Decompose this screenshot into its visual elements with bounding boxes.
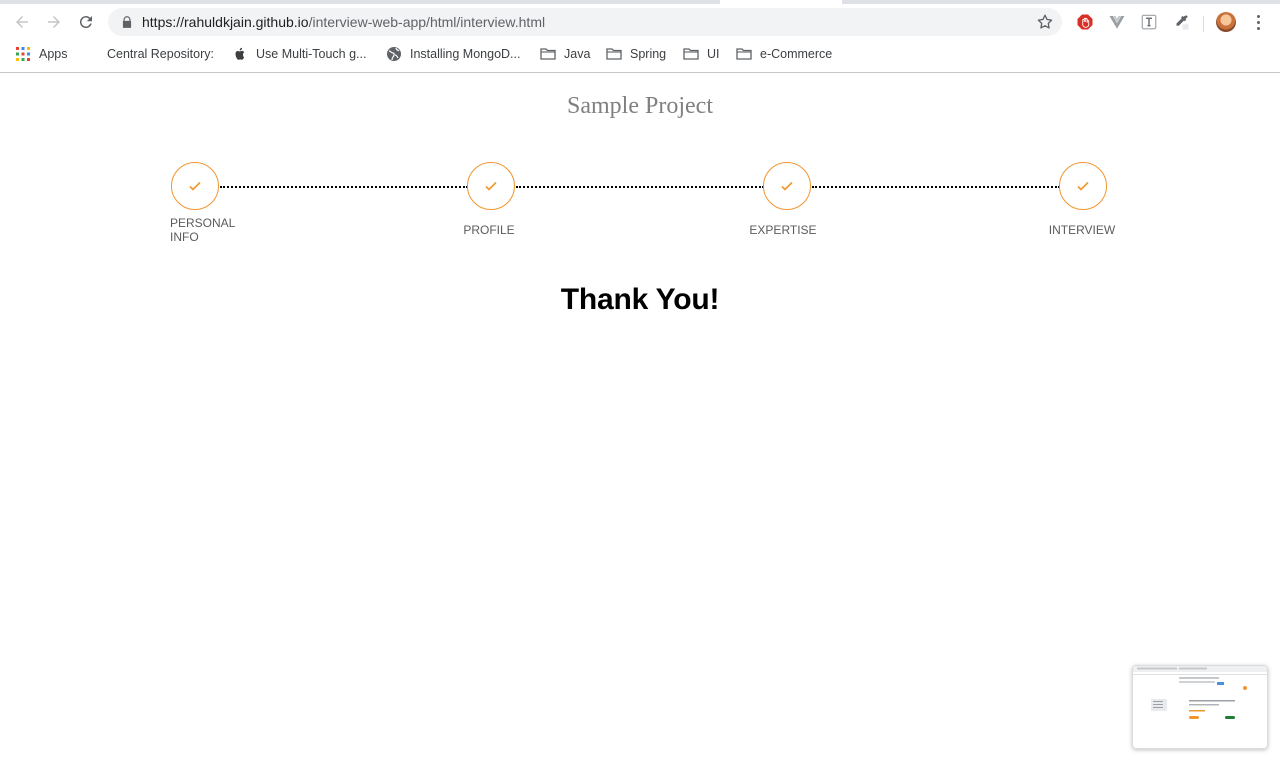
step-connector <box>516 186 764 188</box>
bookmark-central-repository[interactable]: Central Repository: <box>107 45 214 63</box>
step-label-expertise: Expertise <box>749 223 817 237</box>
checkmark-icon <box>189 181 201 191</box>
folder-icon <box>683 48 699 60</box>
step-label-personal-info: Personal Info <box>170 216 235 244</box>
step-label-profile: Profile <box>463 223 515 237</box>
bookmark-folder-ecommerce[interactable]: e-Commerce <box>736 45 832 63</box>
thumbnail-image <box>1133 666 1267 719</box>
checkmark-icon <box>485 181 497 191</box>
step-interview <box>1059 162 1107 210</box>
step-label-interview: Interview <box>1048 223 1116 237</box>
folder-icon <box>736 48 752 60</box>
url-path: /interview-web-app/html/interview.html <box>308 14 546 30</box>
bookmark-apps[interactable]: Apps <box>15 45 68 63</box>
bookmark-label: UI <box>707 47 720 61</box>
url-text[interactable]: https://rahuldkjain.github.io/interview-… <box>142 14 545 30</box>
bookmark-label: e-Commerce <box>760 47 833 61</box>
profile-avatar[interactable] <box>1216 12 1236 32</box>
step-profile <box>467 162 515 210</box>
apple-icon <box>235 47 245 60</box>
eyedropper-icon <box>1176 15 1189 30</box>
vuejs-devtools-icon <box>1109 16 1125 29</box>
address-bar[interactable]: https://rahuldkjain.github.io/interview-… <box>108 8 1062 36</box>
forward-button[interactable] <box>40 8 68 36</box>
forward-arrow-icon <box>48 16 60 28</box>
step-expertise <box>763 162 811 210</box>
toolbar-divider <box>1203 16 1204 32</box>
browser-menu-icon[interactable] <box>1248 12 1268 32</box>
apps-grid-icon <box>16 47 30 61</box>
back-button[interactable] <box>8 8 36 36</box>
folder-icon <box>606 48 622 60</box>
text-tool-extension-button[interactable] <box>1139 12 1159 32</box>
back-arrow-icon <box>16 16 28 28</box>
bookmark-label: Apps <box>39 47 68 61</box>
bookmark-folder-java[interactable]: Java <box>540 45 590 63</box>
bookmark-folder-ui[interactable]: UI <box>683 45 720 63</box>
reload-icon <box>79 16 92 29</box>
adblock-icon <box>1077 14 1093 30</box>
vue-devtools-extension-button[interactable] <box>1107 12 1127 32</box>
checkmark-icon <box>781 181 793 191</box>
bookmark-label: Java <box>564 47 591 61</box>
eyedropper-extension-button[interactable] <box>1171 12 1191 32</box>
bookmark-label: Central Repository: <box>107 47 214 61</box>
bookmark-multi-touch[interactable]: Use Multi-Touch g... <box>232 45 366 63</box>
url-host: https://rahuldkjain.github.io <box>142 14 309 30</box>
page-title: Sample Project <box>567 93 713 119</box>
screenshot-preview-thumbnail[interactable] <box>1132 665 1268 749</box>
step-personal-info <box>171 162 219 210</box>
lock-icon <box>122 16 132 28</box>
bookmark-folder-spring[interactable]: Spring <box>606 45 666 63</box>
globe-icon <box>387 47 401 61</box>
bookmark-label: Installing MongoD... <box>410 47 521 61</box>
progress-stepper: Personal Info Profile Expertise Intervie… <box>0 162 1280 252</box>
text-tool-icon <box>1141 14 1157 30</box>
bookmark-label: Use Multi-Touch g... <box>256 47 367 61</box>
thank-you-message: Thank You! <box>560 283 720 316</box>
bookmark-star-icon[interactable] <box>1036 13 1054 31</box>
checkmark-icon <box>1077 181 1089 191</box>
bookmark-label: Spring <box>630 47 667 61</box>
step-connector <box>812 186 1060 188</box>
bookmark-installing-mongodb[interactable]: Installing MongoD... <box>386 45 520 63</box>
folder-icon <box>540 48 556 60</box>
bookmarks-bar: Apps Central Repository: Use Multi-Touch… <box>0 40 1280 68</box>
reload-button[interactable] <box>72 8 100 36</box>
step-connector <box>220 186 468 188</box>
page-content: Sample Project Personal Info Profile Exp… <box>0 73 1280 762</box>
adblock-extension-button[interactable] <box>1075 12 1095 32</box>
browser-toolbar: https://rahuldkjain.github.io/interview-… <box>0 4 1280 40</box>
